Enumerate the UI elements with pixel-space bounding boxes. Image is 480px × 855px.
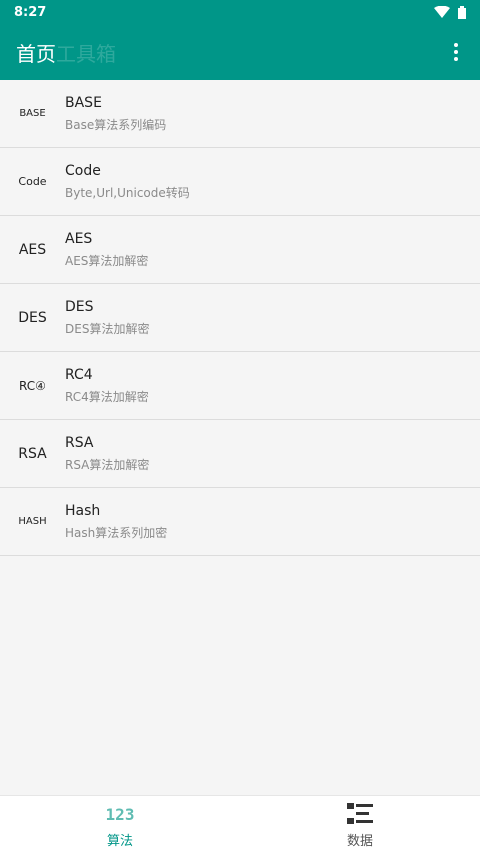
status-bar: 8:27 <box>0 0 480 24</box>
list-item-desc: DES算法加解密 <box>65 321 150 336</box>
list-item-desc: Hash算法系列加密 <box>65 525 168 540</box>
nav-tab-label: 数据 <box>346 834 373 849</box>
list-item-title: BASE <box>65 94 102 111</box>
hash-icon: HASH <box>18 516 47 527</box>
list-icon <box>347 802 373 826</box>
list-item-des[interactable]: DES DES DES算法加解密 <box>0 284 480 352</box>
status-time: 8:27 <box>14 4 47 20</box>
code-icon: Code <box>18 175 47 188</box>
list-item-rc4[interactable]: RC④ RC4 RC4算法加解密 <box>0 352 480 420</box>
list-item-title: AES <box>65 230 93 247</box>
numbers-icon: 123 <box>105 804 135 824</box>
wifi-icon <box>434 5 450 18</box>
app-bar: 首页 工具箱 <box>0 24 480 80</box>
list-item-title: Code <box>65 162 101 179</box>
nav-tab-data[interactable]: 数据 <box>240 796 480 855</box>
battery-icon <box>458 5 466 19</box>
des-icon: DES <box>18 309 47 326</box>
list-item-title: DES <box>65 298 94 315</box>
list-item-desc: Base算法系列编码 <box>65 117 167 132</box>
aes-icon: AES <box>18 241 47 258</box>
list-item-desc: RSA算法加解密 <box>65 457 150 472</box>
page-title-faded: 工具箱 <box>56 41 116 66</box>
list-item-title: Hash <box>65 502 101 519</box>
list-item-title: RC4 <box>65 366 93 383</box>
list-item-aes[interactable]: AES AES AES算法加解密 <box>0 216 480 284</box>
more-vert-icon <box>454 43 458 47</box>
rc4-icon: RC④ <box>19 378 46 393</box>
overflow-menu-button[interactable] <box>442 38 470 66</box>
nav-tab-algorithm[interactable]: 123 算法 <box>0 796 240 855</box>
page-title: 首页 <box>16 41 56 66</box>
status-icons <box>434 5 466 19</box>
list-item-base[interactable]: BASE BASE Base算法系列编码 <box>0 80 480 148</box>
bottom-navigation: 123 算法 数据 <box>0 795 480 855</box>
nav-tab-label: 算法 <box>106 834 133 849</box>
list-item-code[interactable]: Code Code Byte,Url,Unicode转码 <box>0 148 480 216</box>
list-item-title: RSA <box>65 434 94 451</box>
list-item-desc: Byte,Url,Unicode转码 <box>65 185 190 200</box>
list-item-desc: RC4算法加解密 <box>65 389 149 404</box>
list-item-hash[interactable]: HASH Hash Hash算法系列加密 <box>0 488 480 556</box>
rsa-icon: RSA <box>18 445 47 462</box>
list-item-rsa[interactable]: RSA RSA RSA算法加解密 <box>0 420 480 488</box>
algorithm-list: BASE BASE Base算法系列编码 Code Code Byte,Url,… <box>0 80 480 556</box>
base-icon: BASE <box>19 108 46 119</box>
list-item-desc: AES算法加解密 <box>65 253 149 268</box>
